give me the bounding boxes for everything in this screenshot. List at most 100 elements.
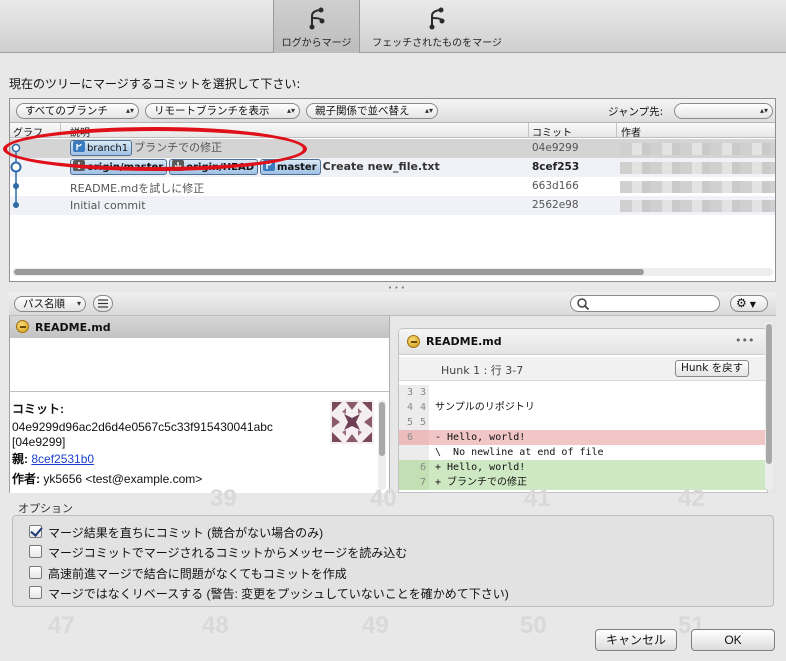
revert-hunk-button[interactable]: Hunk を戻す <box>675 360 750 377</box>
option-label: マージではなくリベースする (警告: 変更をプッシュしていないことを確かめて下さ… <box>48 587 509 601</box>
background-number: 39 <box>210 485 237 512</box>
author-value: yk5656 <test@example.com> <box>43 472 203 486</box>
commit-description: README.mdを試しに修正 <box>70 180 204 196</box>
file-name: README.md <box>35 321 111 334</box>
commit-hash: 8cef253 <box>532 161 580 173</box>
list-view-button[interactable] <box>93 295 113 312</box>
commit-description: Initial commit <box>70 199 146 212</box>
jump-to-popup[interactable]: ▴▾ <box>674 103 773 119</box>
diff-line: \ No newline at end of file <box>399 445 767 460</box>
popup-arrows-icon: ▴▾ <box>424 106 433 115</box>
line-number-old: 5 <box>406 417 413 428</box>
gear-icon: ⚙ <box>736 296 747 310</box>
commit-label: コミット: <box>12 402 64 416</box>
background-number: 49 <box>362 612 389 639</box>
line-number-new: 6 <box>419 462 426 473</box>
popup-arrows-icon: ▴▾ <box>286 106 295 115</box>
diff-line: 6 - Hello, world! <box>399 430 767 445</box>
commit-hash-short: [04e9299] <box>12 435 66 449</box>
path-sort-label: パス名順 <box>23 298 65 310</box>
avatar <box>330 400 374 444</box>
checkbox[interactable] <box>29 586 42 599</box>
file-bar: パス名順 ▾ ⚙ ▼ <box>9 292 776 316</box>
merge-icon <box>309 7 324 30</box>
diff-line: 7 + ブランチでの修正 <box>399 475 767 490</box>
author-obscured <box>620 181 775 193</box>
line-number-new: 7 <box>419 477 426 488</box>
checkbox[interactable] <box>29 566 42 579</box>
info-scrollbar[interactable] <box>378 400 386 490</box>
commit-hash-full: 04e9299d96ac2d6d4e0567c5c33f915430041abc <box>12 420 273 434</box>
branch-badge-label: master <box>277 162 317 173</box>
parent-label: 親: <box>12 452 28 466</box>
modified-icon <box>407 335 420 348</box>
sort-order-label: 親子関係で並べ替え <box>315 105 410 117</box>
toolbar: ログからマージ フェッチされたものをマージ <box>0 0 786 53</box>
option-label: マージコミットでマージされるコミットからメッセージを読み込む <box>48 546 408 560</box>
merge-from-log-button[interactable]: ログからマージ <box>273 0 360 53</box>
list-icon <box>98 299 108 308</box>
line-text: + ブランチでの修正 <box>435 477 528 488</box>
ok-button[interactable]: OK <box>691 629 775 651</box>
path-sort-popup[interactable]: パス名順 ▾ <box>14 296 86 312</box>
line-text: - Hello, world! <box>435 432 526 443</box>
author-obscured <box>620 200 775 212</box>
branch-filter-popup[interactable]: すべてのブランチ ▴▾ <box>16 103 139 119</box>
hunk-header: Hunk 1 : 行 3-7 Hunk を戻す <box>399 357 767 381</box>
checkbox[interactable] <box>29 525 42 538</box>
line-number-new: 5 <box>419 417 426 428</box>
background-number: 47 <box>48 612 75 639</box>
merge-fetched-button[interactable]: フェッチされたものをマージ <box>360 0 514 53</box>
line-text: \ No newline at end of file <box>435 447 604 458</box>
diff-line: 4 4 サンプルのリポジトリ <box>399 400 767 415</box>
diff-line: 55 <box>399 415 767 430</box>
diff-file-name: README.md <box>426 335 502 348</box>
remote-branches-label: リモートブランチを表示 <box>154 105 270 117</box>
popup-arrows-icon: ▴▾ <box>759 106 768 115</box>
line-number-new: 3 <box>419 387 426 398</box>
sort-order-popup[interactable]: 親子関係で並べ替え ▴▾ <box>306 103 438 119</box>
table-row[interactable]: README.mdを試しに修正 663d166 <box>10 177 775 196</box>
list-item[interactable]: README.md <box>10 316 390 338</box>
splitter-handle[interactable]: • • • <box>388 284 405 292</box>
column-author[interactable]: 作者 <box>621 124 641 139</box>
line-number-old: 3 <box>406 387 413 398</box>
background-number: 48 <box>202 612 229 639</box>
author-obscured <box>620 143 775 155</box>
commit-hash: 04e9299 <box>532 142 579 154</box>
line-number-new: 4 <box>419 402 426 413</box>
line-text: + Hello, world! <box>435 462 526 473</box>
background-number: 50 <box>520 612 547 639</box>
popup-arrows-icon: ▴▾ <box>125 106 134 115</box>
diff-panel: README.md ••• Hunk 1 : 行 3-7 Hunk を戻す 33… <box>389 316 776 493</box>
branch-filter-label: すべてのブランチ <box>25 105 108 117</box>
changed-files-list: README.md <box>9 316 390 391</box>
table-row[interactable]: Initial commit 2562e98 <box>10 196 775 215</box>
jump-to-label: ジャンプ先: <box>608 106 664 118</box>
diff-header: README.md ••• <box>399 329 767 355</box>
horizontal-scrollbar[interactable] <box>12 268 773 276</box>
merge-icon <box>429 7 445 30</box>
line-number-old: 6 <box>406 432 413 443</box>
remote-branches-popup[interactable]: リモートブランチを表示 ▴▾ <box>145 103 300 119</box>
checkbox[interactable] <box>29 545 42 558</box>
parent-hash-link[interactable]: 8cef2531b0 <box>31 452 94 466</box>
settings-menu-button[interactable]: ⚙ ▼ <box>730 295 768 312</box>
commit-message: Create new_file.txt <box>322 160 440 173</box>
more-options-icon[interactable]: ••• <box>735 334 754 347</box>
background-number: 42 <box>678 485 705 512</box>
diff-scrollbar[interactable] <box>765 322 773 490</box>
diff-line: 6 + Hello, world! <box>399 460 767 475</box>
line-number-old: 4 <box>406 402 413 413</box>
background-number: 41 <box>524 485 551 512</box>
cancel-button[interactable]: キャンセル <box>595 629 677 651</box>
line-text: サンプルのリポジトリ <box>435 402 535 413</box>
column-commit[interactable]: コミット <box>532 124 572 139</box>
filter-bar: すべてのブランチ ▴▾ リモートブランチを表示 ▴▾ 親子関係で並べ替え ▴▾ ジャン… <box>10 99 775 123</box>
file-search-input[interactable] <box>570 295 720 312</box>
option-label: 高速前進マージで結合に問題がなくてもコミットを作成 <box>48 567 347 581</box>
commit-hash: 2562e98 <box>532 199 579 211</box>
commit-message: README.mdを試しに修正 <box>70 182 205 195</box>
diff-card: README.md ••• Hunk 1 : 行 3-7 Hunk を戻す 33… <box>398 328 768 493</box>
diff-line: 33 <box>399 385 767 400</box>
